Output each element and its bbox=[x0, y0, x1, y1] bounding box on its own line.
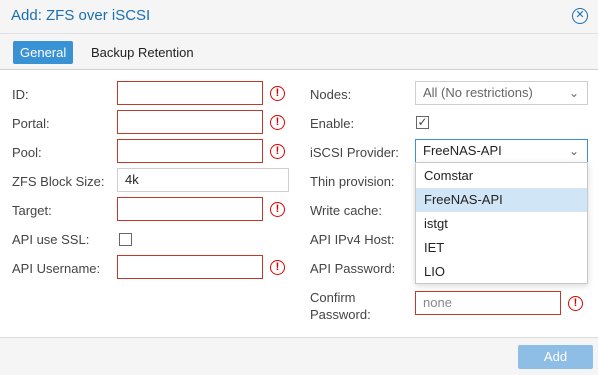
pool-input[interactable] bbox=[117, 139, 263, 163]
nodes-select[interactable]: All (No restrictions) ⌄ bbox=[415, 81, 588, 105]
confirm-password-error-icon: ! bbox=[568, 296, 583, 311]
pool-error-icon: ! bbox=[270, 144, 285, 159]
provider-label: iSCSI Provider: bbox=[310, 145, 399, 160]
username-label: API Username: bbox=[12, 261, 101, 276]
window-title: Add: ZFS over iSCSI bbox=[11, 7, 151, 24]
tab-general[interactable]: General bbox=[13, 41, 74, 64]
write-cache-label: Write cache: bbox=[310, 203, 383, 218]
confirm-password-label-line2: Password: bbox=[310, 307, 371, 322]
username-error-icon: ! bbox=[270, 260, 285, 275]
dialog-footer: Add bbox=[0, 337, 598, 375]
id-label: ID: bbox=[12, 87, 29, 102]
dropdown-option-iet[interactable]: IET bbox=[416, 236, 587, 260]
id-input[interactable] bbox=[117, 81, 263, 105]
confirm-password-placeholder: none bbox=[423, 295, 452, 310]
portal-error-icon: ! bbox=[270, 115, 285, 130]
provider-dropdown-list: Comstar FreeNAS-API istgt IET LIO bbox=[415, 162, 588, 284]
provider-select[interactable]: FreeNAS-API ⌄ bbox=[415, 139, 588, 163]
confirm-password-input[interactable]: none bbox=[415, 291, 561, 315]
blocksize-input[interactable]: 4k bbox=[117, 168, 289, 192]
close-icon[interactable]: ✕ bbox=[572, 8, 588, 24]
enable-label: Enable: bbox=[310, 116, 355, 131]
target-input[interactable] bbox=[117, 197, 263, 221]
dropdown-option-istgt[interactable]: istgt bbox=[416, 212, 587, 236]
portal-label: Portal: bbox=[12, 116, 50, 131]
blocksize-label: ZFS Block Size: bbox=[12, 174, 105, 189]
enable-checkbox[interactable]: ✓ bbox=[416, 116, 429, 129]
nodes-label: Nodes: bbox=[310, 87, 352, 102]
dropdown-option-comstar[interactable]: Comstar bbox=[416, 164, 587, 188]
username-input[interactable] bbox=[117, 255, 263, 279]
dropdown-option-freenas-api[interactable]: FreeNAS-API bbox=[416, 188, 587, 212]
id-error-icon: ! bbox=[270, 86, 285, 101]
chevron-down-icon: ⌄ bbox=[568, 144, 579, 158]
ssl-checkbox[interactable] bbox=[119, 233, 132, 246]
chevron-down-icon: ⌄ bbox=[568, 86, 579, 100]
ipv4-host-label: API IPv4 Host: bbox=[310, 232, 395, 247]
target-label: Target: bbox=[12, 203, 52, 218]
provider-select-value: FreeNAS-API bbox=[423, 143, 502, 158]
window-titlebar: Add: ZFS over iSCSI ✕ bbox=[0, 0, 598, 34]
tab-bar: General Backup Retention bbox=[0, 34, 598, 70]
add-button[interactable]: Add bbox=[518, 345, 593, 369]
nodes-select-value: All (No restrictions) bbox=[423, 85, 533, 100]
ssl-label: API use SSL: bbox=[12, 232, 90, 247]
pool-label: Pool: bbox=[12, 145, 42, 160]
confirm-password-label-line1: Confirm bbox=[310, 290, 356, 305]
portal-input[interactable] bbox=[117, 110, 263, 134]
tab-backup-retention[interactable]: Backup Retention bbox=[84, 41, 201, 64]
api-password-label: API Password: bbox=[310, 261, 396, 276]
dropdown-option-lio[interactable]: LIO bbox=[416, 260, 587, 284]
target-error-icon: ! bbox=[270, 202, 285, 217]
thin-provision-label: Thin provision: bbox=[310, 174, 395, 189]
